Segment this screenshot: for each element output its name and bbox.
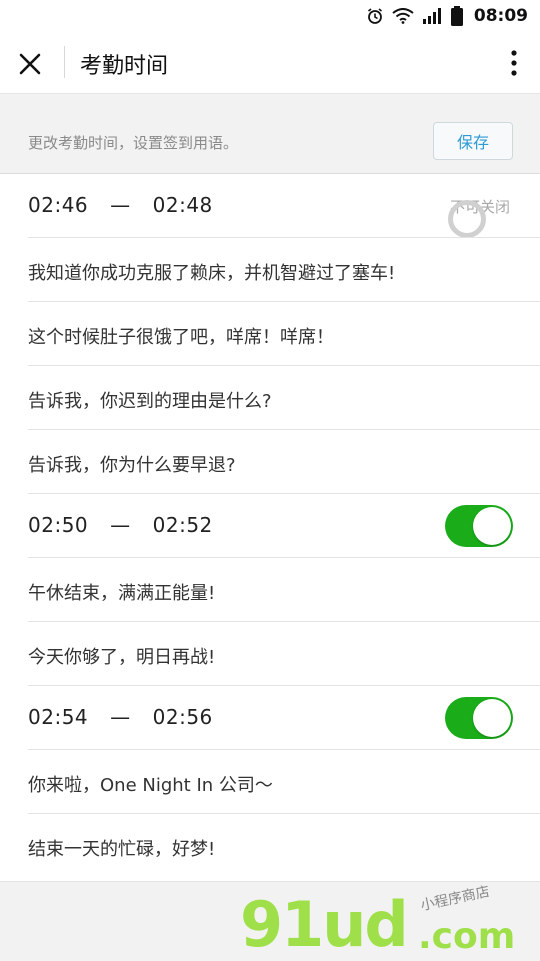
watermark: 91ud .com 小程序商店 xyxy=(0,882,540,961)
loading-spinner-icon xyxy=(448,200,486,238)
phrase-text: 今天你够了，明日再战! xyxy=(28,647,216,668)
close-button[interactable] xyxy=(16,50,44,78)
phrase-row[interactable]: 结束一天的忙碌，好梦! xyxy=(0,814,540,882)
time-range-row: 02:54 — 02:56 xyxy=(0,686,540,750)
more-button[interactable] xyxy=(506,48,522,78)
phrase-text: 这个时候肚子很饿了吧，咩席！咩席！ xyxy=(28,327,334,348)
enable-toggle[interactable] xyxy=(445,505,513,547)
nav-divider xyxy=(64,46,65,78)
range-dash: — xyxy=(110,193,131,217)
watermark-logo: 91ud xyxy=(240,888,409,961)
phrase-row[interactable]: 告诉我，你迟到的理由是什么? xyxy=(0,366,540,430)
time-range[interactable]: 02:46 — 02:48 xyxy=(28,193,213,217)
page-title: 考勤时间 xyxy=(80,54,169,79)
range-dash: — xyxy=(110,513,131,537)
toggle-knob xyxy=(473,699,511,737)
status-bar: 08:09 xyxy=(0,0,540,32)
nav-bar: 考勤时间 xyxy=(0,32,540,94)
battery-icon xyxy=(450,6,464,26)
phrase-text: 告诉我，你为什么要早退? xyxy=(28,455,236,476)
settings-hint: 更改考勤时间，设置签到用语。 xyxy=(28,134,239,152)
time-range-row: 02:50 — 02:52 xyxy=(0,494,540,558)
phrase-row[interactable]: 告诉我，你为什么要早退? xyxy=(0,430,540,494)
attendance-list: 02:46—02:48 不可关闭 我知道你成功克服了赖床，并机智避过了塞车! 这… xyxy=(0,174,540,882)
phrase-row[interactable]: 我知道你成功克服了赖床，并机智避过了塞车! xyxy=(0,238,540,302)
start-time: 02:54 xyxy=(28,705,89,729)
end-time: 02:48 xyxy=(152,193,213,217)
phrase-text: 我知道你成功克服了赖床，并机智避过了塞车! xyxy=(28,263,396,284)
enable-toggle[interactable] xyxy=(445,697,513,739)
phrase-row[interactable]: 今天你够了，明日再战! xyxy=(0,622,540,686)
phrase-text: 你来啦，One Night In 公司～ xyxy=(28,775,273,796)
end-time: 02:56 xyxy=(152,705,213,729)
time-range[interactable]: 02:50 — 02:52 xyxy=(28,513,213,537)
phrase-row[interactable]: 这个时候肚子很饿了吧，咩席！咩席！ xyxy=(0,302,540,366)
watermark-subtitle: 小程序商店 xyxy=(419,883,492,915)
toggle-knob xyxy=(473,507,511,545)
alarm-icon xyxy=(366,7,384,25)
watermark-suffix: .com xyxy=(418,916,516,957)
phrase-text: 告诉我，你迟到的理由是什么? xyxy=(28,391,272,412)
time-range[interactable]: 02:54 — 02:56 xyxy=(28,705,213,729)
phrase-row[interactable]: 午休结束，满满正能量! xyxy=(0,558,540,622)
phrase-row[interactable]: 你来啦，One Night In 公司～ xyxy=(0,750,540,814)
signal-icon xyxy=(422,8,442,24)
more-vertical-icon xyxy=(511,50,517,76)
wifi-icon xyxy=(392,8,414,24)
time-range-row: 02:46—02:48 不可关闭 xyxy=(0,174,540,238)
start-time: 02:50 xyxy=(28,513,89,537)
save-button[interactable]: 保存 xyxy=(433,122,513,160)
phrase-text: 午休结束，满满正能量! xyxy=(28,583,216,604)
end-time: 02:52 xyxy=(152,513,213,537)
start-time: 02:46 xyxy=(28,193,89,217)
status-time: 08:09 xyxy=(473,6,528,26)
close-icon xyxy=(19,53,41,75)
range-dash: — xyxy=(110,705,131,729)
phrase-text: 结束一天的忙碌，好梦! xyxy=(28,839,216,860)
